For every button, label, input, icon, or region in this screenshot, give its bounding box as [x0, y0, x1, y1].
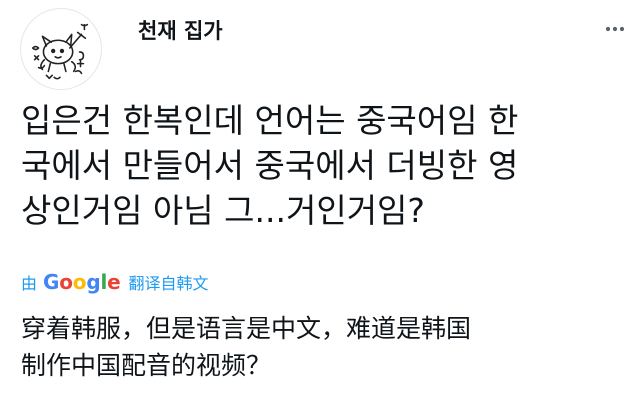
translate-attribution[interactable]: 由 Google 翻译自韩文 — [21, 270, 209, 294]
translated-from-label: 翻译自韩文 — [128, 274, 209, 293]
author-name[interactable]: 천재 집가 — [138, 18, 223, 44]
tweet-text-line: 상인거임 아님 그...거인거임? — [21, 191, 425, 230]
google-logo-letter: e — [107, 270, 121, 294]
google-logo: Google — [43, 270, 121, 294]
google-logo-letter: g — [86, 270, 101, 294]
tweet-text-line: 입은건 한복인데 언어는 중국어임 한 — [21, 101, 519, 140]
avatar[interactable] — [20, 8, 102, 90]
translated-text: 穿着韩服，但是语言是中文，难道是韩国 制作中国配音的视频？ — [21, 310, 631, 384]
tweet-text: 입은건 한복인데 언어는 중국어임 한 국에서 만들어서 중국에서 더빙한 영 … — [21, 98, 631, 233]
google-logo-letter: o — [59, 270, 73, 294]
more-dots-icon — [605, 26, 625, 32]
translated-by-label: 由 — [21, 274, 38, 293]
google-logo-letter: G — [43, 270, 60, 294]
tweet-text-line: 국에서 만들어서 중국에서 더빙한 영 — [21, 146, 519, 185]
translated-text-line: 穿着韩服，但是语言是中文，难道是韩国 — [21, 314, 472, 343]
google-logo-letter: o — [72, 270, 87, 294]
avatar-drawing — [31, 23, 89, 80]
translated-text-line: 制作中国配音的视频？ — [21, 351, 272, 380]
more-options-button[interactable] — [600, 14, 630, 44]
